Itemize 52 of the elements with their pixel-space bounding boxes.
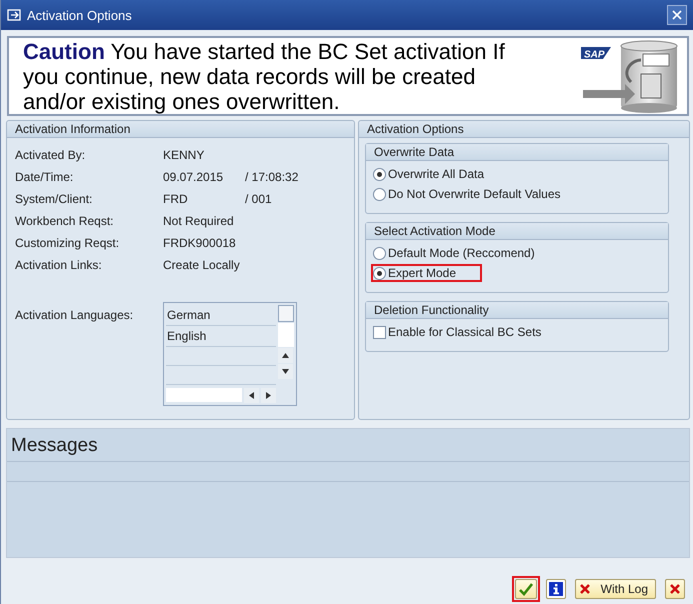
checkbox[interactable]: [373, 326, 386, 338]
radio-button[interactable]: [373, 188, 386, 200]
messages-title: Messages: [7, 429, 689, 462]
option-label: Default Mode (Reccomend): [388, 246, 535, 260]
database-drawing: SAP: [581, 38, 681, 114]
panel-title: Activation Options: [359, 121, 689, 138]
radio-button[interactable]: [373, 168, 386, 180]
field-label: Customizing Reqst:: [15, 236, 120, 250]
option-label: Enable for Classical BC Sets: [388, 325, 542, 339]
language-list[interactable]: German English: [163, 302, 297, 406]
panel-title: Activation Information: [7, 121, 354, 138]
caution-message: Caution You have started the BC Set activation If you continue, new data records will be created and/or existing ones overwritten.: [23, 38, 506, 114]
field-label: Activation Languages:: [15, 308, 134, 322]
scrollbar-thumb[interactable]: [278, 305, 294, 322]
group-title: Deletion Functionality: [366, 302, 668, 319]
field-value: / 001: [245, 192, 272, 206]
field-value: KENNY: [163, 148, 206, 162]
field-value: Create Locally: [163, 258, 241, 272]
field-value: 09.07.2015: [163, 170, 224, 184]
list-item[interactable]: German: [167, 308, 210, 322]
cancel-button[interactable]: With Log: [574, 579, 656, 599]
field-label: System/Client:: [15, 192, 94, 206]
field-value: / 17:08:32: [245, 170, 298, 184]
list-item[interactable]: English: [167, 329, 206, 343]
option-label: Expert Mode: [388, 266, 456, 280]
field-label: Activated By:: [15, 148, 86, 162]
radio-button[interactable]: [373, 246, 386, 260]
window-icon: [7, 9, 21, 21]
cancel-icon: [669, 583, 681, 595]
field-value: Not Required: [163, 214, 235, 228]
close-button[interactable]: [667, 5, 687, 25]
scroll-up-icon[interactable]: [278, 348, 293, 363]
scroll-down-icon[interactable]: [278, 364, 293, 379]
field-value: FRDK900018: [163, 236, 237, 250]
scroll-left-icon[interactable]: [244, 388, 259, 403]
cancel-button[interactable]: [665, 579, 685, 599]
cancel-icon: [578, 583, 591, 595]
checkmark-icon: [518, 582, 533, 596]
info-icon: [548, 582, 563, 596]
field-label: Date/Time:: [15, 170, 74, 184]
scroll-right-icon[interactable]: [261, 388, 276, 403]
group-title: Overwrite Data: [366, 144, 668, 161]
field-label: Workbench Reqst:: [15, 214, 114, 228]
field-label: Activation Links:: [15, 258, 103, 272]
option-label: Overwrite All Data: [388, 167, 484, 181]
group-title: Select Activation Mode: [366, 223, 668, 240]
window-title: Activation Options: [27, 8, 133, 22]
option-label: Do Not Overwrite Default Values: [388, 187, 561, 201]
close-icon: [672, 10, 682, 20]
info-button[interactable]: [546, 579, 566, 599]
radio-button[interactable]: [373, 266, 386, 280]
field-value: FRD: [163, 192, 189, 206]
